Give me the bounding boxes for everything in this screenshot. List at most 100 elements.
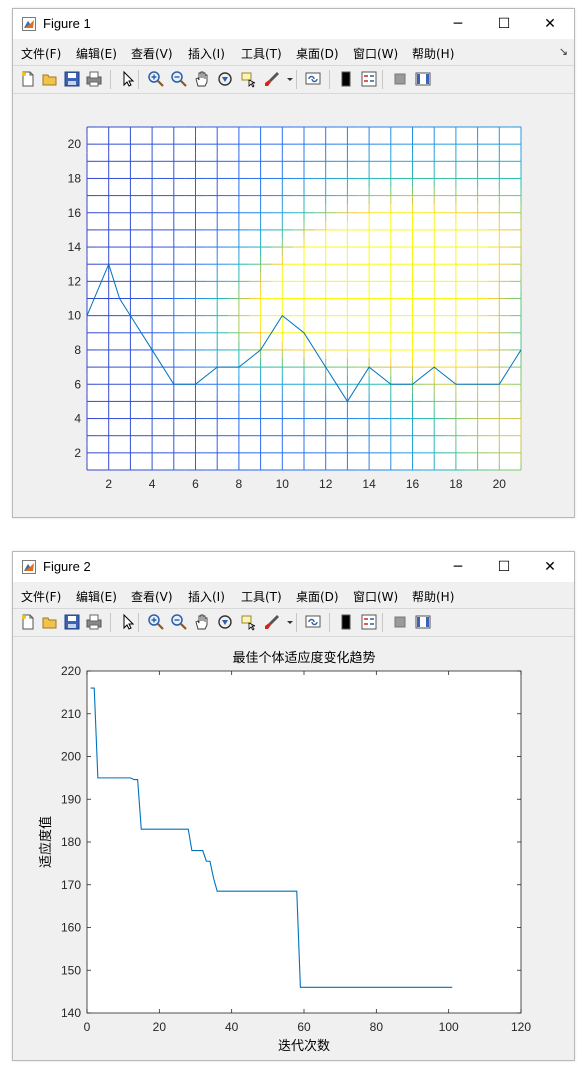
toolbar-separator xyxy=(138,70,139,89)
y-tick-label: 180 xyxy=(61,835,81,849)
matlab-logo-icon xyxy=(22,17,36,31)
zoom-out-icon[interactable] xyxy=(170,70,188,88)
y-tick-label: 16 xyxy=(68,206,82,220)
menu-window[interactable]: 窗口(W) xyxy=(353,45,398,62)
x-tick-label: 6 xyxy=(192,477,199,491)
menu-dock-arrow-icon[interactable]: ↘ xyxy=(559,45,568,58)
title-bar[interactable]: Figure 1 ─ ☐ ✕ xyxy=(13,9,574,39)
figure-toolbar xyxy=(13,608,574,637)
figure-toolbar xyxy=(13,65,574,94)
menu-insert[interactable]: 插入(I) xyxy=(188,588,225,605)
y-tick-label: 210 xyxy=(61,707,81,721)
hide-plot-tools-icon[interactable] xyxy=(391,70,409,88)
y-tick-label: 6 xyxy=(74,377,81,391)
rotate-3d-icon[interactable] xyxy=(216,70,234,88)
menu-view[interactable]: 查看(V) xyxy=(131,588,173,605)
new-figure-icon[interactable] xyxy=(19,70,37,88)
menu-view[interactable]: 查看(V) xyxy=(131,45,173,62)
matlab-logo-icon xyxy=(22,560,36,574)
pan-hand-icon[interactable] xyxy=(193,613,211,631)
y-tick-label: 20 xyxy=(68,137,82,151)
show-plot-tools-icon[interactable] xyxy=(414,70,432,88)
rotate-3d-icon[interactable] xyxy=(216,613,234,631)
legend-icon[interactable] xyxy=(360,613,378,631)
title-bar[interactable]: Figure 2 ─ ☐ ✕ xyxy=(13,552,574,582)
print-icon[interactable] xyxy=(85,613,103,631)
figure-window-2: Figure 2 ─ ☐ ✕ 文件(F) 编辑(E) 查看(V) 插入(I) 工… xyxy=(12,551,575,1061)
save-icon[interactable] xyxy=(63,70,81,88)
save-icon[interactable] xyxy=(63,613,81,631)
toolbar-separator xyxy=(329,613,330,632)
pointer-icon[interactable] xyxy=(119,70,137,88)
menu-tools[interactable]: 工具(T) xyxy=(241,588,282,605)
x-tick-label: 8 xyxy=(236,477,243,491)
menu-window[interactable]: 窗口(W) xyxy=(353,588,398,605)
figure-window-1: Figure 1 ─ ☐ ✕ 文件(F) 编辑(E) 查看(V) 插入(I) 工… xyxy=(12,8,575,518)
y-tick-label: 220 xyxy=(61,664,81,678)
menu-bar: 文件(F) 编辑(E) 查看(V) 插入(I) 工具(T) 桌面(D) 窗口(W… xyxy=(13,584,574,606)
close-button[interactable]: ✕ xyxy=(527,9,573,39)
close-button[interactable]: ✕ xyxy=(527,552,573,582)
colorbar-icon[interactable] xyxy=(337,613,355,631)
menu-desktop[interactable]: 桌面(D) xyxy=(296,588,339,605)
hide-plot-tools-icon[interactable] xyxy=(391,613,409,631)
menu-edit[interactable]: 编辑(E) xyxy=(76,588,117,605)
axes-box xyxy=(86,670,522,1014)
y-axis-label: 适应度值 xyxy=(38,816,54,868)
menu-edit[interactable]: 编辑(E) xyxy=(76,45,117,62)
minimize-button[interactable]: ─ xyxy=(435,552,481,582)
zoom-out-icon[interactable] xyxy=(170,613,188,631)
pan-hand-icon[interactable] xyxy=(193,70,211,88)
pointer-icon[interactable] xyxy=(119,613,137,631)
colorbar-icon[interactable] xyxy=(337,70,355,88)
y-tick-label: 8 xyxy=(74,343,81,357)
figure-canvas: 2 4 6 8 10 12 14 16 18 20 2 4 6 8 10 12 14 16 18 20 xyxy=(13,95,574,516)
toolbar-separator xyxy=(110,613,111,632)
maximize-button[interactable]: ☐ xyxy=(481,9,527,39)
minimize-button[interactable]: ─ xyxy=(435,9,481,39)
x-tick-label: 2 xyxy=(105,477,112,491)
open-file-icon[interactable] xyxy=(41,613,59,631)
y-tick-label: 160 xyxy=(61,921,81,935)
open-file-icon[interactable] xyxy=(41,70,59,88)
window-title: Figure 2 xyxy=(43,559,91,574)
toolbar-separator xyxy=(382,70,383,89)
grid-map-plot[interactable]: 2 4 6 8 10 12 14 16 18 20 2 4 6 8 10 12 14 16 18 20 xyxy=(13,95,574,516)
zoom-in-icon[interactable] xyxy=(147,613,165,631)
show-plot-tools-icon[interactable] xyxy=(414,613,432,631)
toolbar-separator xyxy=(110,70,111,89)
y-tick-label: 12 xyxy=(68,274,82,288)
x-tick-label: 40 xyxy=(225,1020,239,1034)
x-tick-label: 4 xyxy=(149,477,156,491)
y-tick-label: 140 xyxy=(61,1006,81,1020)
y-tick-label: 2 xyxy=(74,446,81,460)
brush-icon[interactable] xyxy=(263,613,281,631)
menu-tools[interactable]: 工具(T) xyxy=(241,45,282,62)
data-cursor-icon[interactable] xyxy=(239,70,257,88)
menu-file[interactable]: 文件(F) xyxy=(21,588,61,605)
menu-help[interactable]: 帮助(H) xyxy=(412,588,454,605)
zoom-in-icon[interactable] xyxy=(147,70,165,88)
x-tick-label: 14 xyxy=(362,477,376,491)
toolbar-separator xyxy=(296,613,297,632)
x-tick-label: 12 xyxy=(319,477,333,491)
y-tick-label: 14 xyxy=(68,240,82,254)
print-icon[interactable] xyxy=(85,70,103,88)
new-figure-icon[interactable] xyxy=(19,613,37,631)
figure-canvas: 0 20 40 60 80 100 120 140 150 160 170 180 190 200 210 2… xyxy=(13,638,574,1059)
fitness-trend-plot[interactable]: 0 20 40 60 80 100 120 140 150 160 170 180 190 200 210 2… xyxy=(13,638,574,1059)
toolbar-separator xyxy=(296,70,297,89)
link-plot-icon[interactable] xyxy=(304,70,322,88)
menu-insert[interactable]: 插入(I) xyxy=(188,45,225,62)
brush-icon[interactable] xyxy=(263,70,281,88)
y-tick-label: 4 xyxy=(74,412,81,426)
maximize-button[interactable]: ☐ xyxy=(481,552,527,582)
link-plot-icon[interactable] xyxy=(304,613,322,631)
legend-icon[interactable] xyxy=(360,70,378,88)
data-cursor-icon[interactable] xyxy=(239,613,257,631)
x-tick-label: 60 xyxy=(297,1020,311,1034)
menu-desktop[interactable]: 桌面(D) xyxy=(296,45,339,62)
menu-file[interactable]: 文件(F) xyxy=(21,45,61,62)
menu-help[interactable]: 帮助(H) xyxy=(412,45,454,62)
x-tick-label: 100 xyxy=(439,1020,459,1034)
